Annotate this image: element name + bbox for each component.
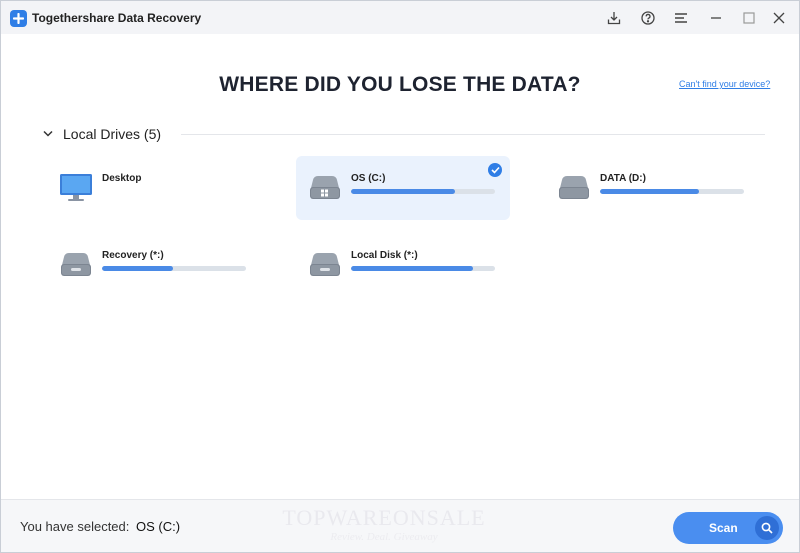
drive-name: Desktop [102, 173, 142, 184]
local-drives-header[interactable]: Local Drives (5) [43, 125, 161, 143]
hard-drive-icon [557, 172, 591, 202]
hard-drive-icon [59, 249, 93, 279]
watermark-subtitle: Review. Deal. Giveaway [330, 531, 438, 543]
footer-bar: You have selected: OS (C:) TOPWAREONSALE… [1, 499, 799, 552]
drive-name: OS (C:) [351, 173, 386, 184]
scan-button[interactable]: Scan [673, 512, 783, 544]
windows-drive-icon [308, 172, 342, 202]
drive-name: Recovery (*:) [102, 250, 164, 261]
drive-name: Local Disk (*:) [351, 250, 418, 261]
drive-usage-bar [102, 266, 246, 271]
download-icon[interactable] [603, 7, 625, 29]
hard-drive-icon [308, 249, 342, 279]
section-divider [181, 134, 765, 135]
drive-usage-fill [102, 266, 173, 271]
title-bar: Togethershare Data Recovery [1, 1, 799, 34]
drive-usage-bar [600, 189, 744, 194]
drive-local-disk[interactable]: Local Disk (*:) [296, 233, 510, 297]
monitor-icon [59, 172, 93, 202]
drive-name: DATA (D:) [600, 173, 646, 184]
help-icon[interactable] [637, 7, 659, 29]
selected-value: OS (C:) [136, 519, 181, 534]
search-icon [755, 516, 779, 540]
cant-find-device-link[interactable]: Can't find your device? [679, 79, 770, 89]
drive-usage-fill [351, 189, 455, 194]
drive-recovery[interactable]: Recovery (*:) [47, 233, 261, 297]
drive-usage-fill [351, 266, 474, 271]
selected-label: You have selected: [20, 519, 130, 534]
maximize-icon[interactable] [738, 7, 760, 29]
app-logo-icon [10, 10, 27, 27]
menu-icon[interactable] [670, 7, 692, 29]
section-label: Local Drives (5) [63, 126, 162, 142]
drive-usage-bar [351, 189, 495, 194]
chevron-down-icon[interactable] [43, 125, 53, 143]
watermark: TOPWAREONSALE [282, 505, 486, 530]
drive-desktop[interactable]: Desktop [47, 156, 261, 220]
checkmark-icon [488, 163, 502, 177]
drive-usage-fill [600, 189, 700, 194]
drive-data-d[interactable]: DATA (D:) [545, 156, 759, 220]
drive-os-c[interactable]: OS (C:) [296, 156, 510, 220]
minimize-icon[interactable] [705, 7, 727, 29]
drive-usage-bar [351, 266, 495, 271]
window-title: Togethershare Data Recovery [32, 11, 202, 25]
close-icon[interactable] [768, 7, 790, 29]
scan-button-label: Scan [709, 521, 738, 535]
